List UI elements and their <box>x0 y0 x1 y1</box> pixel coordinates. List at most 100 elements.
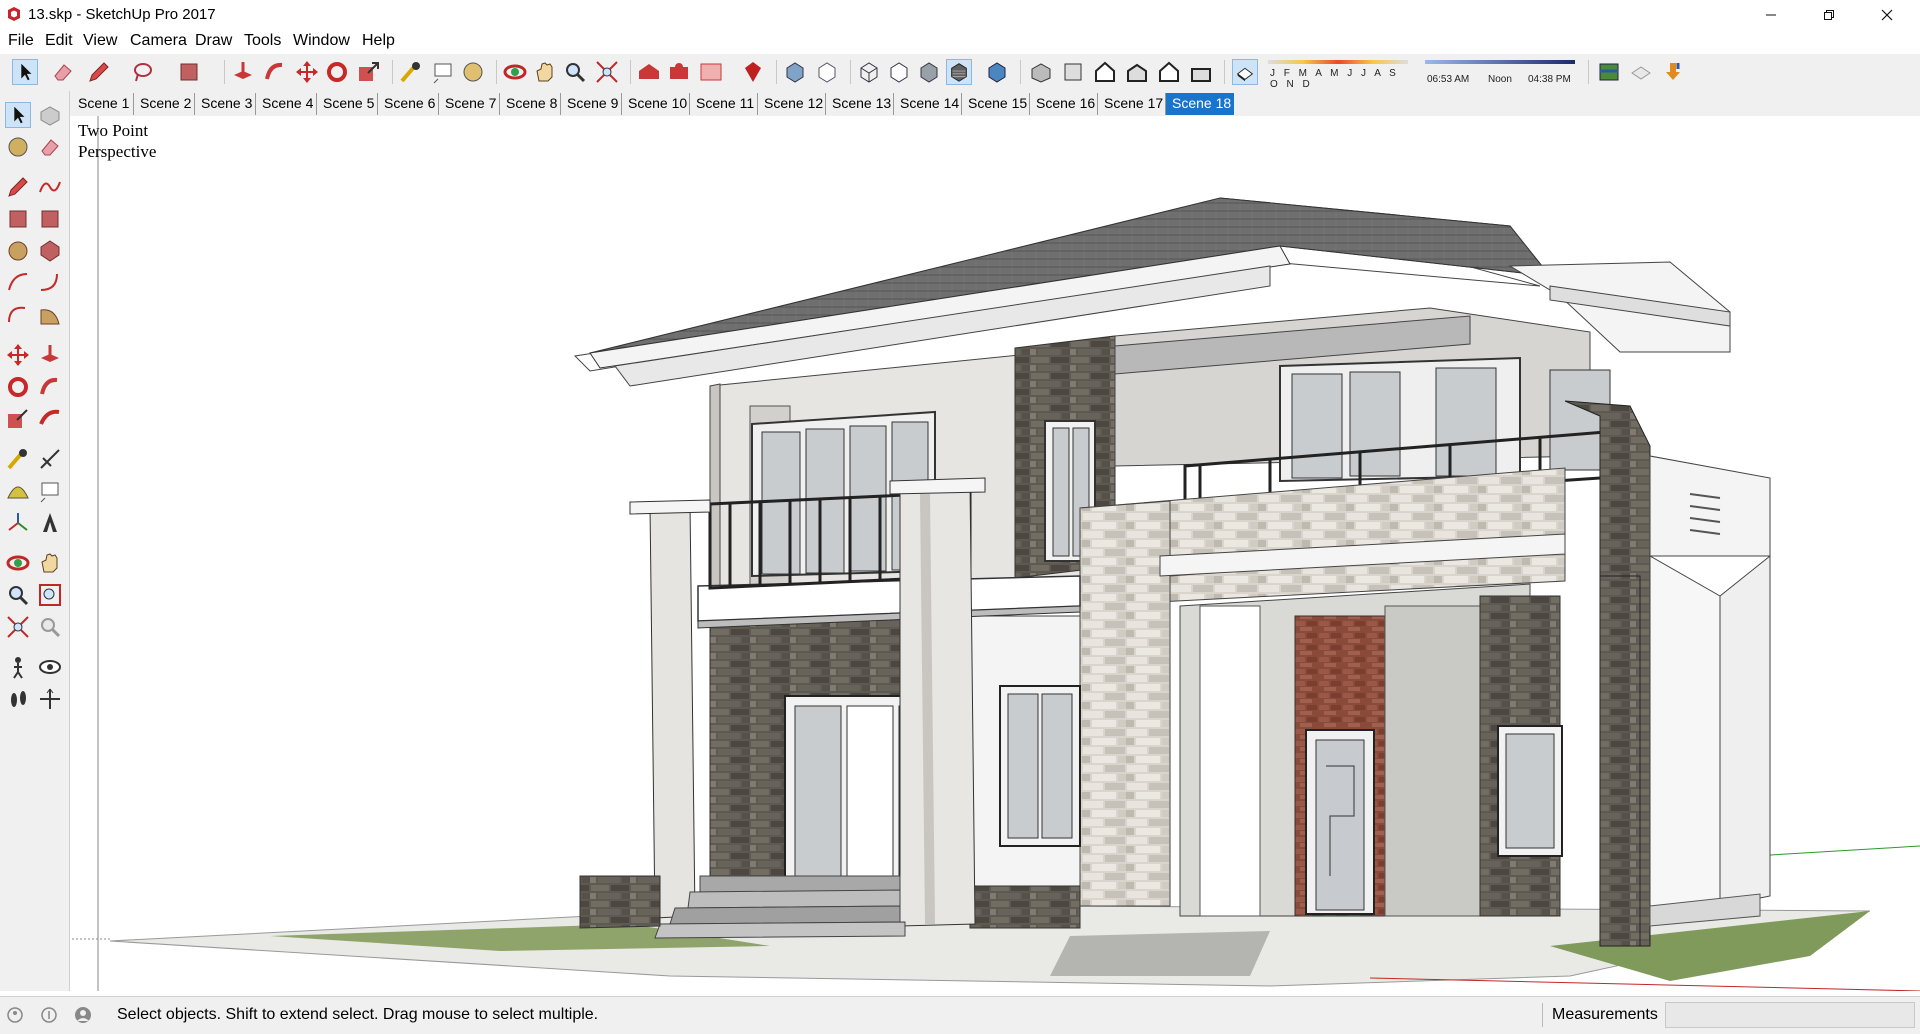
eraser-icon[interactable] <box>50 59 76 85</box>
select-icon[interactable] <box>12 59 38 85</box>
arc-icon[interactable] <box>5 270 31 296</box>
menu-camera[interactable]: Camera <box>130 32 187 50</box>
hidden-line-icon[interactable] <box>886 59 912 85</box>
zoom-icon[interactable] <box>5 582 31 608</box>
zoom-icon[interactable] <box>562 59 588 85</box>
back-view-icon[interactable] <box>1156 59 1182 85</box>
scene-tab-3[interactable]: Scene 3 <box>195 93 256 115</box>
layout-icon[interactable] <box>698 59 724 85</box>
close-button[interactable] <box>1864 0 1910 30</box>
make-component-icon[interactable] <box>37 102 63 128</box>
shaded-textures-icon[interactable] <box>946 59 972 85</box>
pan-icon[interactable] <box>37 550 63 576</box>
previous-view-icon[interactable] <box>37 614 63 640</box>
dimension-icon[interactable] <box>37 446 63 472</box>
right-view-icon[interactable] <box>1124 59 1150 85</box>
circle-icon[interactable] <box>5 238 31 264</box>
user-icon[interactable] <box>74 1006 92 1024</box>
follow-me-icon[interactable] <box>37 374 63 400</box>
scene-tab-13[interactable]: Scene 13 <box>826 93 894 115</box>
select-icon[interactable] <box>5 102 31 128</box>
tape-measure-icon[interactable] <box>398 59 424 85</box>
scene-tab-9[interactable]: Scene 9 <box>561 93 622 115</box>
geolocation-icon[interactable] <box>1596 59 1622 85</box>
paint-bucket-icon[interactable] <box>5 134 31 160</box>
zoom-extents-icon[interactable] <box>594 59 620 85</box>
top-view-icon[interactable] <box>1060 59 1086 85</box>
orbit-icon[interactable] <box>502 59 528 85</box>
rotate-icon[interactable] <box>5 374 31 400</box>
three-point-arc-icon[interactable] <box>5 302 31 328</box>
credits-icon[interactable] <box>40 1006 58 1024</box>
walk-icon[interactable] <box>5 686 31 712</box>
shadow-date-slider[interactable]: J F M A M J J A S O N D <box>1268 60 1408 90</box>
iso-view-icon[interactable] <box>1028 59 1054 85</box>
menu-view[interactable]: View <box>83 32 117 50</box>
move-icon[interactable] <box>5 342 31 368</box>
download-icon[interactable] <box>1660 59 1686 85</box>
styles-icon[interactable] <box>1628 59 1654 85</box>
menu-draw[interactable]: Draw <box>195 32 232 50</box>
text-icon[interactable] <box>430 59 456 85</box>
push-pull-icon[interactable] <box>230 59 256 85</box>
lasso-icon[interactable] <box>130 59 156 85</box>
line-icon[interactable] <box>5 174 31 200</box>
geolocation-status-icon[interactable] <box>6 1006 24 1024</box>
xray-icon[interactable] <box>782 59 808 85</box>
section-plane-icon[interactable] <box>37 686 63 712</box>
look-around-icon[interactable] <box>37 654 63 680</box>
menu-help[interactable]: Help <box>362 32 395 50</box>
shadows-toggle-icon[interactable] <box>1232 59 1258 85</box>
scene-tab-16[interactable]: Scene 16 <box>1030 93 1098 115</box>
scene-tab-4[interactable]: Scene 4 <box>256 93 317 115</box>
push-pull-icon[interactable] <box>37 342 63 368</box>
scene-tab-5[interactable]: Scene 5 <box>317 93 378 115</box>
scene-tab-2[interactable]: Scene 2 <box>134 93 195 115</box>
scene-tab-10[interactable]: Scene 10 <box>622 93 690 115</box>
scene-tab-11[interactable]: Scene 11 <box>690 93 758 115</box>
menu-edit[interactable]: Edit <box>45 32 73 50</box>
left-view-icon[interactable] <box>1188 59 1214 85</box>
restore-button[interactable] <box>1806 0 1852 30</box>
monochrome-icon[interactable] <box>984 59 1010 85</box>
scene-tab-17[interactable]: Scene 17 <box>1098 93 1166 115</box>
rotated-rectangle-icon[interactable] <box>37 206 63 232</box>
menu-file[interactable]: File <box>8 32 34 50</box>
zoom-extents-icon[interactable] <box>5 614 31 640</box>
pan-icon[interactable] <box>532 59 558 85</box>
ruby-icon[interactable] <box>740 59 766 85</box>
back-edges-icon[interactable] <box>814 59 840 85</box>
rotate-icon[interactable] <box>324 59 350 85</box>
front-view-icon[interactable] <box>1092 59 1118 85</box>
move-icon[interactable] <box>294 59 320 85</box>
orbit-icon[interactable] <box>5 550 31 576</box>
warehouse-icon[interactable] <box>636 59 662 85</box>
tape-measure-icon[interactable] <box>5 446 31 472</box>
pie-icon[interactable] <box>37 302 63 328</box>
scene-tab-6[interactable]: Scene 6 <box>378 93 439 115</box>
pencil-icon[interactable] <box>86 59 112 85</box>
scene-tab-1[interactable]: Scene 1 <box>72 93 134 115</box>
follow-me-icon[interactable] <box>262 59 288 85</box>
menu-tools[interactable]: Tools <box>244 32 281 50</box>
position-camera-icon[interactable] <box>5 654 31 680</box>
zoom-window-icon[interactable] <box>37 582 63 608</box>
freehand-icon[interactable] <box>37 174 63 200</box>
scene-tab-7[interactable]: Scene 7 <box>439 93 500 115</box>
scale-icon[interactable] <box>5 406 31 432</box>
scene-tab-14[interactable]: Scene 14 <box>894 93 962 115</box>
shaded-icon[interactable] <box>916 59 942 85</box>
wireframe-icon[interactable] <box>856 59 882 85</box>
shadow-time-slider[interactable]: 06:53 AM Noon 04:38 PM <box>1425 60 1575 86</box>
minimize-button[interactable] <box>1748 0 1794 30</box>
menu-window[interactable]: Window <box>293 32 350 50</box>
3d-text-icon[interactable] <box>37 510 63 536</box>
scene-tab-8[interactable]: Scene 8 <box>500 93 561 115</box>
extension-warehouse-icon[interactable] <box>666 59 692 85</box>
protractor-icon[interactable] <box>5 478 31 504</box>
rectangle-icon[interactable] <box>5 206 31 232</box>
offset-icon[interactable] <box>37 406 63 432</box>
scene-tab-12[interactable]: Scene 12 <box>758 93 826 115</box>
scene-tab-15[interactable]: Scene 15 <box>962 93 1030 115</box>
paint-icon[interactable] <box>460 59 486 85</box>
